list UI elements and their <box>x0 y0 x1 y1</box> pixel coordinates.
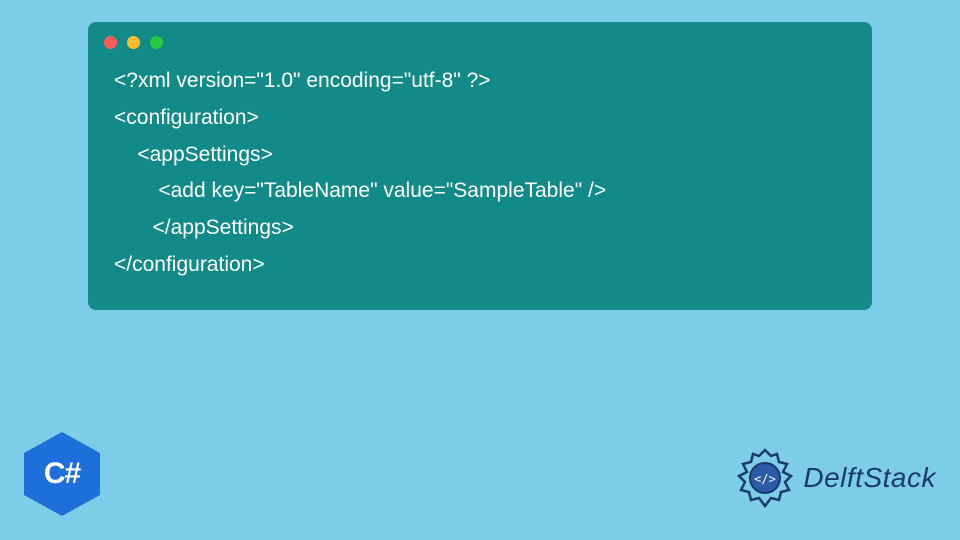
code-line: <add key="TableName" value="SampleTable"… <box>114 179 606 202</box>
code-line: </appSettings> <box>114 216 294 239</box>
delftstack-brand: </> DelftStack <box>733 446 936 510</box>
delftstack-label: DelftStack <box>803 462 936 494</box>
csharp-badge: C# <box>24 432 100 516</box>
csharp-label: C# <box>44 457 80 491</box>
window-controls <box>88 22 872 59</box>
code-line: <configuration> <box>114 106 259 129</box>
delftstack-logo-icon: </> <box>733 446 797 510</box>
maximize-icon[interactable] <box>150 36 163 49</box>
code-line: <appSettings> <box>114 143 273 166</box>
code-window: <?xml version="1.0" encoding="utf-8" ?> … <box>88 22 872 310</box>
code-line: <?xml version="1.0" encoding="utf-8" ?> <box>114 69 491 92</box>
hexagon-icon: C# <box>24 432 100 516</box>
close-icon[interactable] <box>104 36 117 49</box>
code-block: <?xml version="1.0" encoding="utf-8" ?> … <box>88 59 872 290</box>
svg-text:</>: </> <box>755 472 777 486</box>
minimize-icon[interactable] <box>127 36 140 49</box>
code-line: </configuration> <box>114 253 265 276</box>
